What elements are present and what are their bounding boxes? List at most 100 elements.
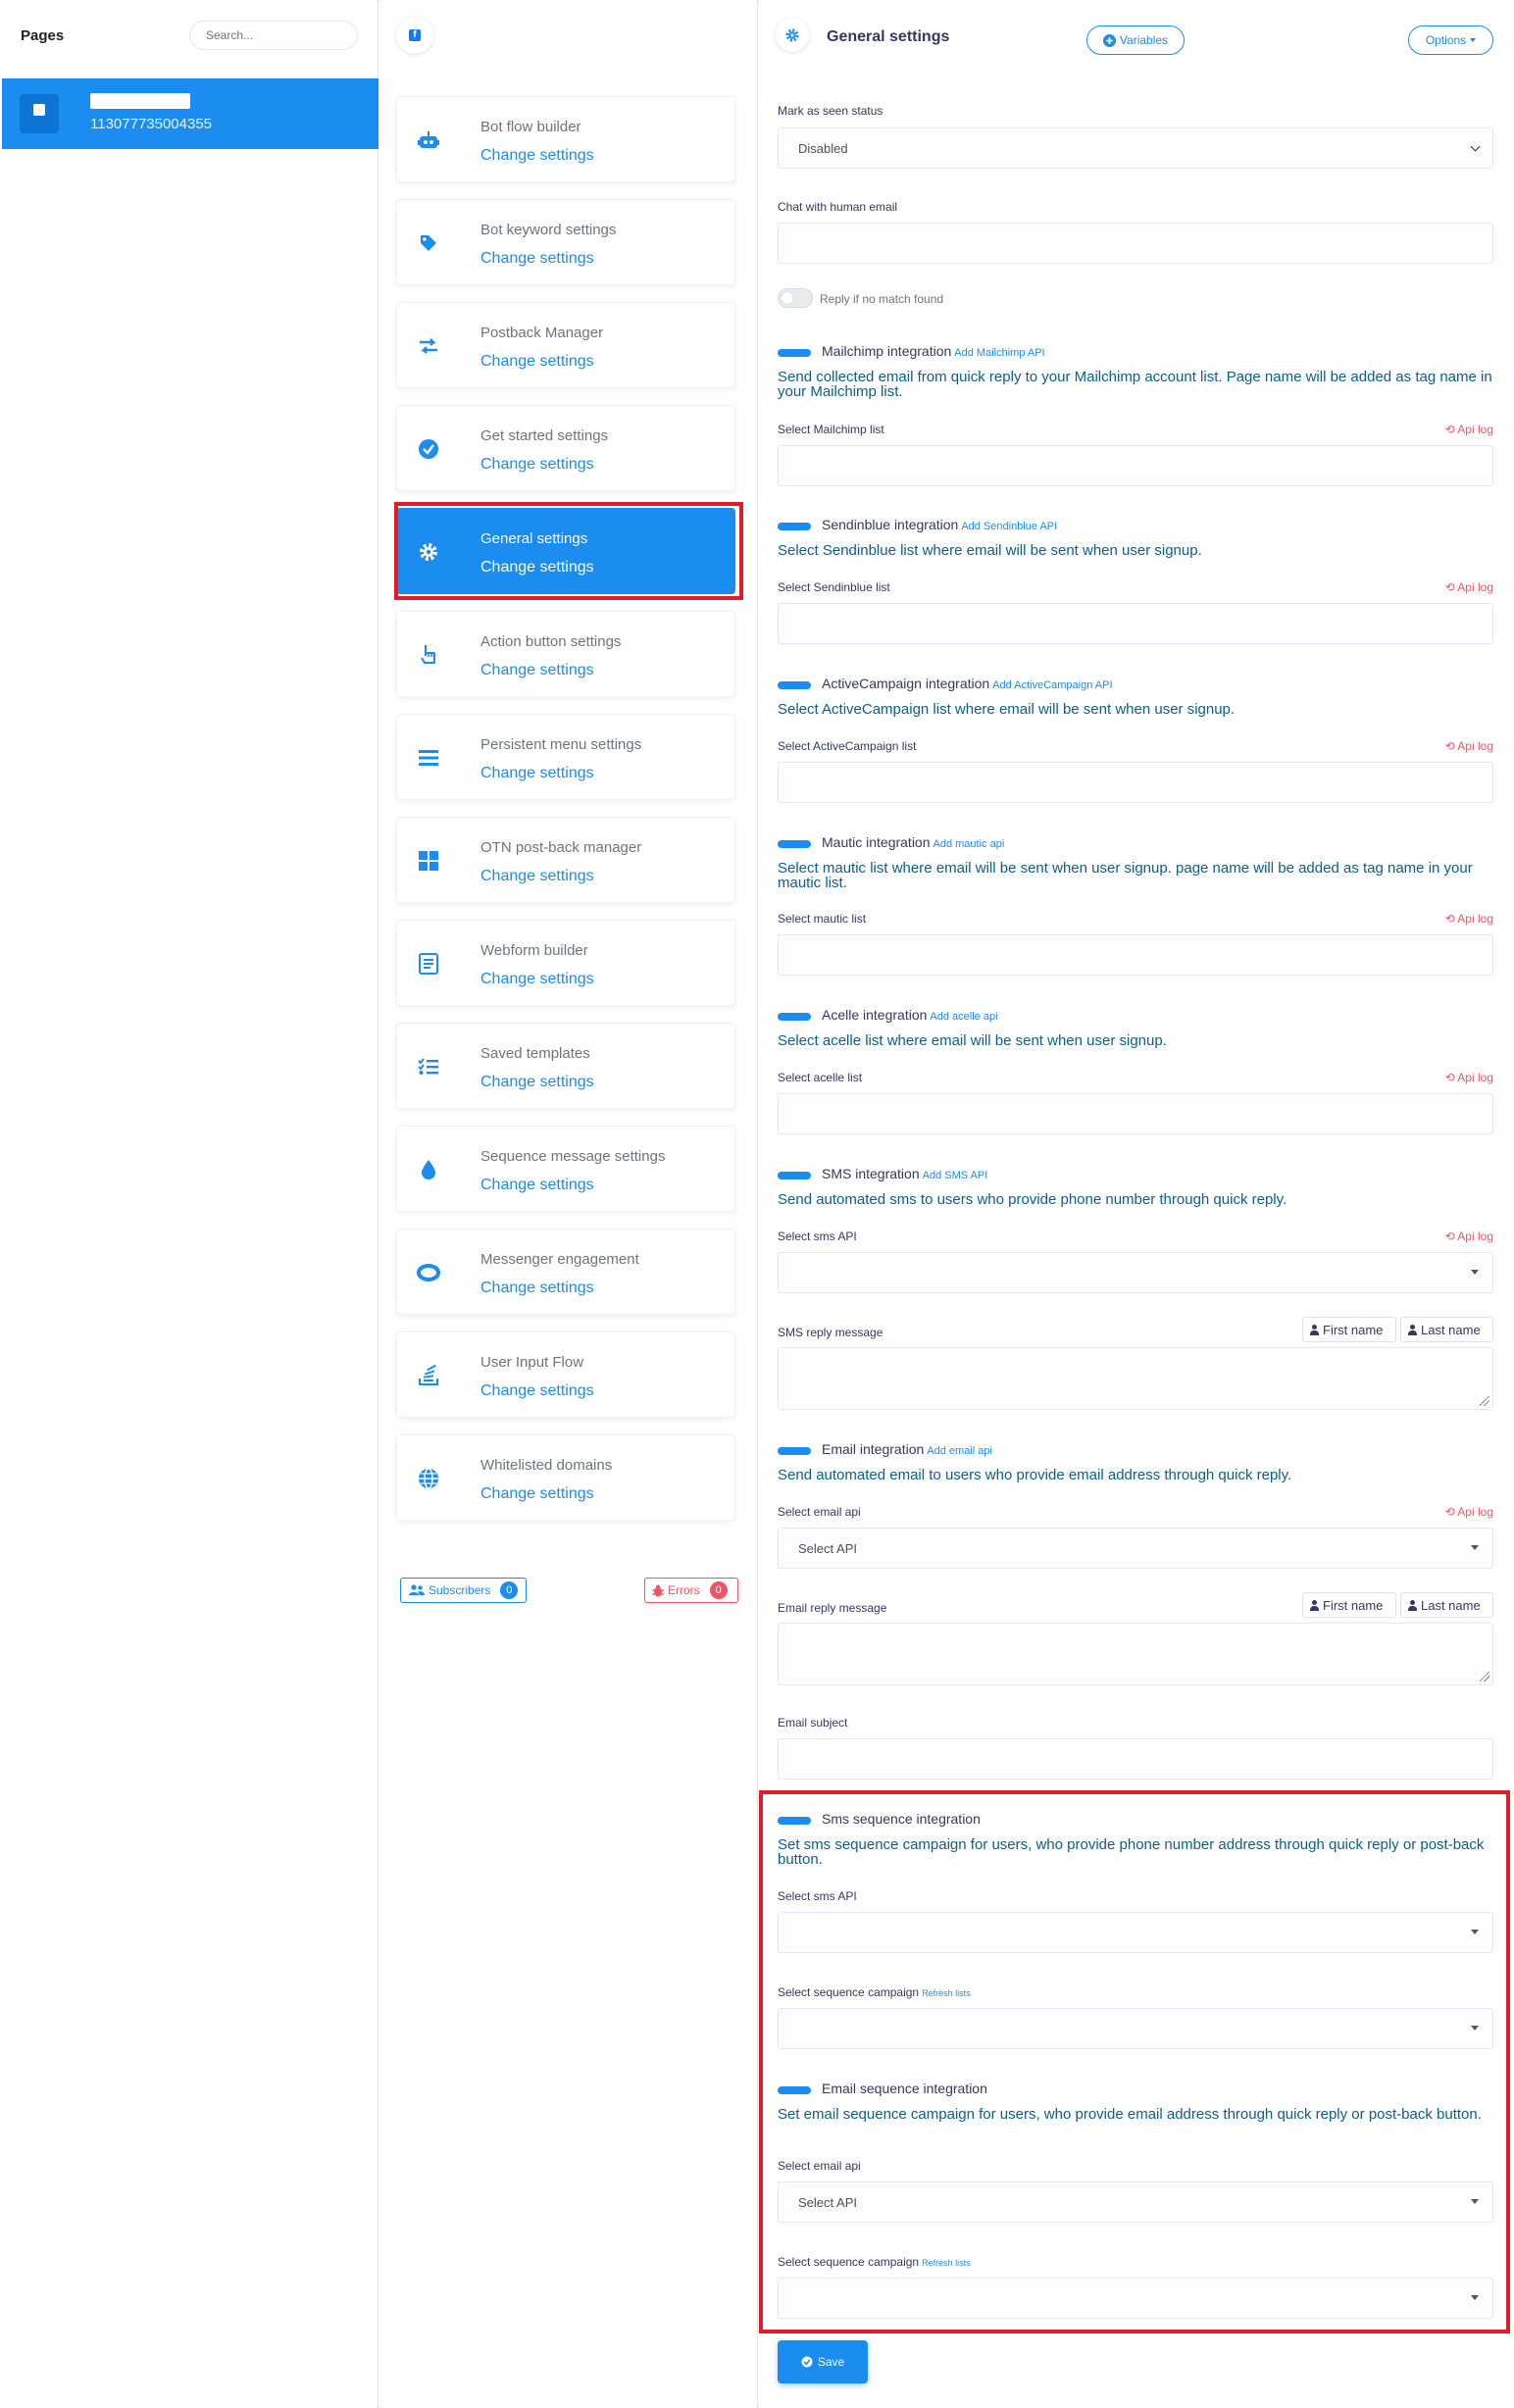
save-label: Save [817, 2355, 845, 2369]
menu-item-title: Persistent menu settings [480, 736, 642, 753]
email-toggle[interactable] [778, 1447, 811, 1455]
change-settings-link[interactable]: Change settings [480, 971, 594, 988]
facebook-icon[interactable]: f [396, 17, 433, 54]
subscribers-count: 0 [500, 1581, 519, 1599]
reply-no-match-toggle[interactable] [778, 288, 813, 308]
bars-icon [417, 746, 440, 770]
email-subject-field[interactable] [778, 1738, 1493, 1780]
subscribers-button[interactable]: Subscribers 0 [400, 1578, 527, 1603]
mautic-list-select[interactable] [778, 934, 1493, 976]
change-settings-link[interactable]: Change settings [480, 456, 594, 474]
activecampaign-toggle[interactable] [778, 681, 811, 689]
menu-item-postback-manager[interactable]: Postback Manager Change settings [396, 302, 735, 388]
sendinblue-toggle[interactable] [778, 523, 811, 530]
change-settings-link[interactable]: Change settings [480, 1382, 594, 1400]
history-icon: ⟲ [1444, 1505, 1455, 1519]
chat-human-label: Chat with human email [778, 200, 898, 214]
api-log-link[interactable]: ⟲ Api log [1445, 423, 1493, 436]
add-mautic-api-link[interactable]: Add mautic api [934, 838, 1005, 850]
insert-first-name-button[interactable]: First name [1302, 1317, 1396, 1342]
email-reply-textarea[interactable] [778, 1623, 1493, 1685]
acelle-title: Acelle integration Add acelle api [822, 1007, 998, 1023]
sms-api-select[interactable] [778, 1252, 1493, 1293]
variables-label: Variables [1119, 33, 1169, 47]
add-email-api-link[interactable]: Add email api [927, 1445, 992, 1457]
menu-item-title: Postback Manager [480, 325, 604, 341]
history-icon: ⟲ [1444, 423, 1455, 436]
insert-last-name-button[interactable]: Last name [1400, 1592, 1493, 1618]
chat-human-email-field[interactable] [778, 223, 1493, 264]
menu-item-saved-templates[interactable]: Saved templates Change settings [396, 1023, 735, 1109]
email-api-select[interactable]: Select API [778, 1528, 1493, 1569]
change-settings-link[interactable]: Change settings [480, 353, 594, 371]
mark-seen-select[interactable]: Disabled [778, 127, 1493, 169]
menu-item-sequence-message-settings[interactable]: Sequence message settings Change setting… [396, 1126, 735, 1212]
stack-icon [417, 1364, 440, 1387]
change-settings-link[interactable]: Change settings [480, 1279, 594, 1297]
robot-icon [417, 128, 440, 152]
menu-item-otn-post-back-manager[interactable]: OTN post-back manager Change settings [396, 817, 735, 903]
acelle-desc: Select acelle list where email will be s… [778, 1032, 1167, 1049]
insert-first-name-button[interactable]: First name [1302, 1592, 1396, 1618]
api-log-link[interactable]: ⟲ Api log [1445, 580, 1493, 594]
menu-item-action-button-settings[interactable]: Action button settings Change settings [396, 611, 735, 697]
activecampaign-list-select[interactable] [778, 762, 1493, 803]
menu-item-whitelisted-domains[interactable]: Whitelisted domains Change settings [396, 1434, 735, 1521]
menu-item-bot-flow-builder[interactable]: Bot flow builder Change settings [396, 96, 735, 182]
api-log-link[interactable]: ⟲ Api log [1445, 912, 1493, 926]
menu-item-user-input-flow[interactable]: User Input Flow Change settings [396, 1331, 735, 1418]
mailchimp-select-label: Select Mailchimp list [778, 423, 884, 436]
menu-item-get-started-settings[interactable]: Get started settings Change settings [396, 405, 735, 491]
change-settings-link[interactable]: Change settings [480, 1074, 594, 1091]
save-button[interactable]: Save [778, 2340, 868, 2383]
options-dropdown[interactable]: Options [1408, 25, 1493, 55]
check-circle-icon [801, 2356, 813, 2368]
change-settings-link[interactable]: Change settings [480, 662, 594, 679]
menu-item-bot-keyword-settings[interactable]: Bot keyword settings Change settings [396, 199, 735, 285]
pages-search-input[interactable] [189, 21, 358, 50]
sms-toggle[interactable] [778, 1172, 811, 1179]
errors-button[interactable]: Errors 0 [644, 1578, 738, 1603]
menu-item-webform-builder[interactable]: Webform builder Change settings [396, 920, 735, 1006]
pages-title: Pages [21, 27, 65, 44]
users-icon [409, 1584, 425, 1595]
api-log-link[interactable]: ⟲ Api log [1445, 1071, 1493, 1084]
mark-seen-label: Mark as seen status [778, 104, 883, 118]
mailchimp-toggle[interactable] [778, 349, 811, 357]
change-settings-link[interactable]: Change settings [480, 868, 594, 885]
acelle-toggle[interactable] [778, 1013, 811, 1021]
sms-reply-textarea[interactable] [778, 1347, 1493, 1410]
variables-button[interactable]: Variables [1086, 25, 1185, 55]
change-settings-link[interactable]: Change settings [480, 147, 594, 165]
api-log-link[interactable]: ⟲ Api log [1445, 1505, 1493, 1519]
mautic-desc: Select mautic list where email will be s… [778, 860, 1473, 891]
add-sendinblue-api-link[interactable]: Add Sendinblue API [961, 521, 1057, 532]
email-select-label: Select email api [778, 1505, 861, 1519]
user-icon [1407, 1599, 1417, 1611]
api-log-link[interactable]: ⟲ Api log [1445, 1229, 1493, 1243]
page-item[interactable]: 113077735004355 [2, 78, 378, 149]
menu-item-messenger-engagement[interactable]: Messenger engagement Change settings [396, 1229, 735, 1315]
api-log-link[interactable]: ⟲ Api log [1445, 739, 1493, 753]
sendinblue-list-select[interactable] [778, 603, 1493, 644]
add-activecampaign-api-link[interactable]: Add ActiveCampaign API [992, 679, 1112, 691]
add-sms-api-link[interactable]: Add SMS API [923, 1170, 988, 1181]
add-acelle-api-link[interactable]: Add acelle api [930, 1011, 997, 1023]
mark-seen-value: Disabled [798, 140, 848, 156]
add-mailchimp-api-link[interactable]: Add Mailchimp API [954, 347, 1044, 359]
menu-item-persistent-menu-settings[interactable]: Persistent menu settings Change settings [396, 714, 735, 800]
acelle-list-select[interactable] [778, 1093, 1493, 1134]
subscribers-label: Subscribers [429, 1583, 491, 1597]
change-settings-link[interactable]: Change settings [480, 765, 594, 782]
menu-item-title: Messenger engagement [480, 1251, 639, 1268]
settings-menu-panel: f Bot flow builder Change settings Bot k… [379, 0, 758, 2408]
mailchimp-title: Mailchimp integration Add Mailchimp API [822, 343, 1045, 359]
mautic-toggle[interactable] [778, 840, 811, 848]
change-settings-link[interactable]: Change settings [480, 1485, 594, 1503]
change-settings-link[interactable]: Change settings [480, 250, 594, 268]
plus-circle-icon [1102, 33, 1116, 47]
change-settings-link[interactable]: Change settings [480, 1177, 594, 1194]
mailchimp-list-select[interactable] [778, 445, 1493, 486]
email-title: Email integration Add email api [822, 1441, 992, 1457]
insert-last-name-button[interactable]: Last name [1400, 1317, 1493, 1342]
